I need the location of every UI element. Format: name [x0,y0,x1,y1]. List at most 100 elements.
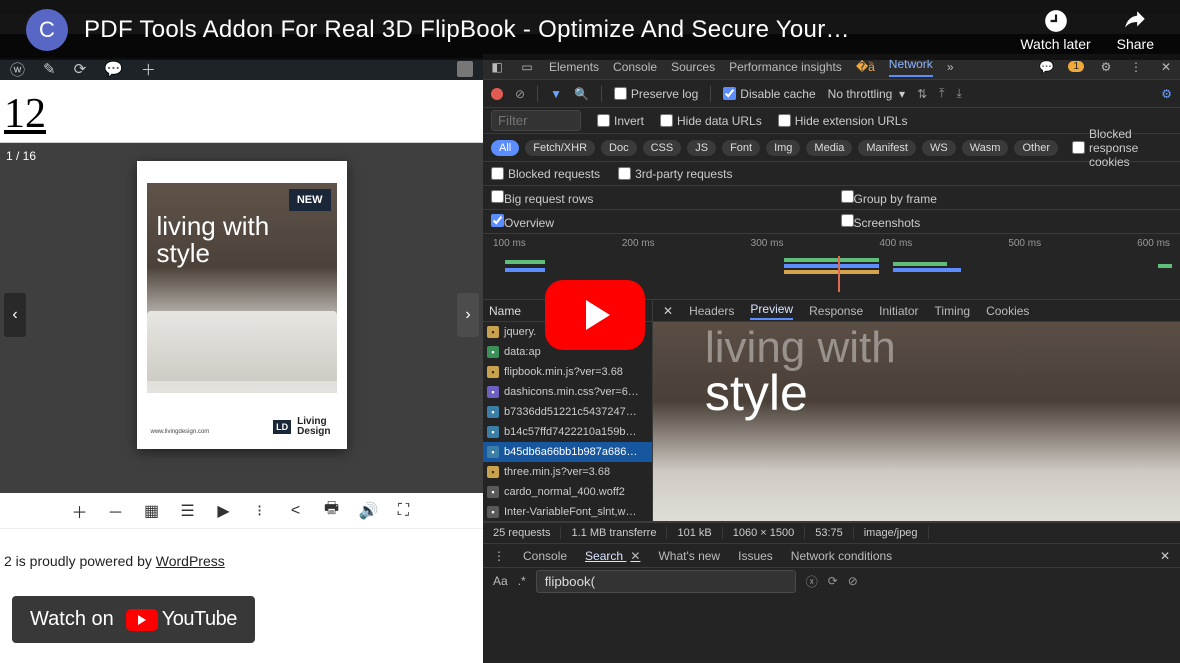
inspect-icon[interactable]: ◧ [489,59,505,75]
type-filter-other[interactable]: Other [1014,140,1058,156]
blocked-cookies-checkbox[interactable]: Blocked response cookies [1072,127,1172,169]
settings-gear-icon[interactable]: ⚙ [1098,59,1114,75]
video-title[interactable]: PDF Tools Addon For Real 3D FlipBook - O… [84,16,1020,44]
type-filter-manifest[interactable]: Manifest [858,140,916,156]
search-network-icon[interactable]: 🔍 [574,87,589,101]
type-filter-fetchxhr[interactable]: Fetch/XHR [525,140,595,156]
fullscreen-icon[interactable]: ⛶ [395,502,413,520]
type-filter-font[interactable]: Font [722,140,760,156]
detail-tab-timing[interactable]: Timing [935,304,971,318]
record-button[interactable] [491,88,503,100]
drawer-tab-issues[interactable]: Issues [738,549,773,563]
type-filter-wasm[interactable]: Wasm [962,140,1009,156]
request-row[interactable]: ▪b14c57ffd7422210a159b… [483,422,652,442]
print-icon[interactable]: 🖶 [323,497,341,524]
refresh-search-icon[interactable]: ⟳ [828,574,838,588]
status-cell: 101 kB [667,527,722,539]
detail-tab-preview[interactable]: Preview [750,302,793,320]
request-row[interactable]: ▪cardo_normal_400.woff2 [483,482,652,502]
wifi-icon[interactable]: ⇅ [917,87,927,101]
type-filter-js[interactable]: JS [687,140,716,156]
filter-toggle-icon[interactable]: ▼ [550,87,562,101]
zoom-in-icon[interactable]: ＋ [71,499,89,523]
wordpress-link[interactable]: WordPress [156,553,225,569]
new-content-icon[interactable]: ＋ [141,59,156,80]
blocked-requests-checkbox[interactable]: Blocked requests [491,167,600,181]
tab-console[interactable]: Console [613,60,657,74]
user-avatar[interactable] [457,61,473,77]
network-settings-icon[interactable]: ⚙ [1161,87,1172,101]
updates-icon[interactable]: ⟳ [74,60,87,78]
detail-tab-headers[interactable]: Headers [689,304,734,318]
request-row[interactable]: ▪b7336dd51221c5437247… [483,402,652,422]
wp-logo-icon[interactable]: ⓦ [10,59,25,80]
share-button[interactable]: Share [1117,8,1154,52]
type-filter-doc[interactable]: Doc [601,140,637,156]
channel-avatar[interactable]: C [26,9,68,51]
throttling-select[interactable]: No throttling ▾ [828,87,905,101]
drawer-tab-what-s-new[interactable]: What's new [658,549,720,563]
hide-extension-urls-checkbox[interactable]: Hide extension URLs [778,114,908,128]
cancel-search-icon[interactable]: ⊘ [848,574,858,588]
tab-elements[interactable]: Elements [549,60,599,74]
export-har-icon[interactable]: ⤓ [956,86,961,101]
type-filter-media[interactable]: Media [806,140,852,156]
autoplay-icon[interactable]: ▶ [215,501,233,521]
comments-icon[interactable]: 💬 [104,60,123,78]
request-row[interactable]: ▪flipbook.min.js?ver=3.68 [483,362,652,382]
type-filter-ws[interactable]: WS [922,140,956,156]
match-case-icon[interactable]: Aa [493,574,508,588]
third-party-checkbox[interactable]: 3rd-party requests [618,167,732,181]
clear-icon[interactable]: ⊘ [515,87,525,101]
disable-cache-checkbox[interactable]: Disable cache [723,87,815,101]
detail-tab-initiator[interactable]: Initiator [879,304,918,318]
thumbnails-icon[interactable]: ▦ [143,501,161,521]
tab-sources[interactable]: Sources [671,60,715,74]
type-filter-css[interactable]: CSS [643,140,682,156]
drawer-menu-icon[interactable]: ⋮ [493,549,505,563]
customize-icon[interactable]: ✎ [43,60,56,78]
drawer-tab-network-conditions[interactable]: Network conditions [791,549,892,563]
request-row[interactable]: ▪three.min.js?ver=3.68 [483,462,652,482]
request-row[interactable]: ▪Inter-VariableFont_slnt,w… [483,502,652,521]
request-row[interactable]: ▪dashicons.min.css?ver=6… [483,382,652,402]
group-by-frame-checkbox[interactable]: Group by frame [841,190,937,206]
close-devtools-icon[interactable]: ✕ [1158,59,1174,75]
overview-checkbox[interactable]: Overview [491,214,554,230]
drawer-tab-console[interactable]: Console [523,549,567,563]
drawer-search-input[interactable] [536,570,796,593]
console-drawer-icon[interactable]: 💬 [1038,59,1054,75]
warnings-badge[interactable]: 1 [1068,61,1084,72]
request-row[interactable]: ▪b45db6a66bb1b987a686… [483,442,652,462]
share-icon[interactable]: < [287,502,305,520]
zoom-out-icon[interactable]: － [107,499,125,523]
watch-later-button[interactable]: Watch later [1020,8,1090,52]
flipbook-page[interactable]: NEW living with style www.livingdesign.c… [137,161,347,449]
tabs-overflow[interactable]: » [947,60,954,74]
invert-checkbox[interactable]: Invert [597,114,644,128]
device-toggle-icon[interactable]: ▭ [519,59,535,75]
close-detail-icon[interactable]: ✕ [663,304,673,318]
hide-data-urls-checkbox[interactable]: Hide data URLs [660,114,762,128]
detail-tab-cookies[interactable]: Cookies [986,304,1029,318]
sound-icon[interactable]: 🔊 [359,501,377,521]
filter-input[interactable] [491,110,581,131]
page-title[interactable]: 12 [4,90,477,138]
search-icon[interactable]: ⁝ [251,501,269,521]
youtube-play-button[interactable] [545,280,645,350]
type-filter-all[interactable]: All [491,140,519,156]
screenshots-checkbox[interactable]: Screenshots [841,214,921,230]
big-rows-checkbox[interactable]: Big request rows [491,190,593,206]
type-filter-img[interactable]: Img [766,140,800,156]
drawer-tab-search[interactable]: Search ✕ [585,549,640,563]
preserve-log-checkbox[interactable]: Preserve log [614,87,698,101]
clear-search-icon[interactable]: ⓧ [806,573,818,590]
detail-tab-response[interactable]: Response [809,304,863,318]
import-har-icon[interactable]: ⤒ [939,86,944,101]
tab-perf-insights[interactable]: Performance insights [729,60,842,74]
watch-on-youtube-button[interactable]: Watch on YouTube [12,596,255,643]
more-vert-icon[interactable]: ⋮ [1128,59,1144,75]
toc-icon[interactable]: ☰ [179,501,197,521]
regex-icon[interactable]: .* [518,574,526,588]
close-drawer-icon[interactable]: ✕ [1160,549,1170,563]
